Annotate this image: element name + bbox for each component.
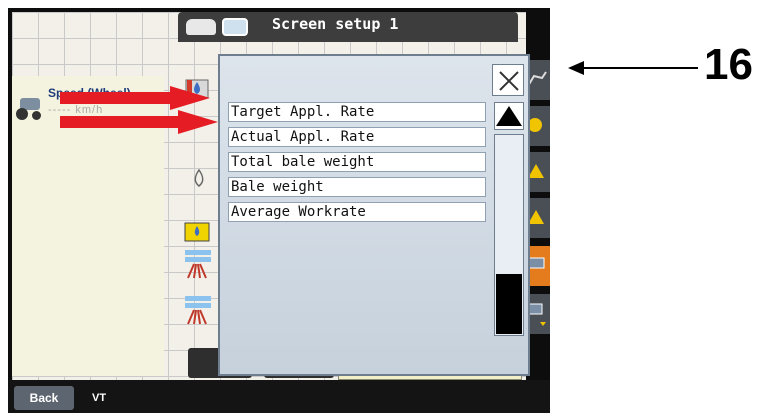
screen-title: Screen setup 1 xyxy=(272,15,399,33)
title-icons xyxy=(186,16,252,38)
list-item[interactable]: Bale weight xyxy=(228,177,486,197)
triangle-up-icon xyxy=(496,106,522,126)
close-x-icon xyxy=(499,71,519,91)
scroll-up-button[interactable] xyxy=(494,102,524,130)
vt-label: VT xyxy=(92,392,107,404)
tank-icon[interactable] xyxy=(184,218,210,244)
back-button[interactable]: Back xyxy=(14,386,74,410)
list-item[interactable]: Total bale weight xyxy=(228,152,486,172)
drop-outline-icon[interactable] xyxy=(186,166,212,192)
spreader-icon[interactable] xyxy=(184,248,211,279)
warning-icon xyxy=(528,164,544,178)
selection-dialog: Target Appl. Rate Actual Appl. Rate Tota… xyxy=(218,54,530,376)
vt-screen: Screen setup 1 Speed (Wheel) ----- km/h xyxy=(12,12,550,380)
terminal-display: Screen setup 1 Speed (Wheel) ----- km/h xyxy=(8,8,550,413)
callout-number: 16 xyxy=(704,40,753,89)
list-item[interactable]: Average Workrate xyxy=(228,202,486,222)
spreader-icon[interactable] xyxy=(184,294,211,325)
title-bar: Screen setup 1 xyxy=(178,12,518,42)
scrollbar-track[interactable] xyxy=(494,134,524,336)
pointer-arrow-annotation xyxy=(568,61,698,75)
scrollbar-thumb[interactable] xyxy=(496,274,522,334)
list-item[interactable]: Target Appl. Rate xyxy=(228,102,486,122)
warning-icon xyxy=(528,210,544,224)
info-icon xyxy=(528,118,542,132)
tractor-icon xyxy=(14,96,44,122)
screen-icon xyxy=(222,18,248,36)
list-item[interactable]: Actual Appl. Rate xyxy=(228,127,486,147)
close-button[interactable] xyxy=(492,64,524,96)
tractor-icon xyxy=(186,19,216,35)
bottom-bar: Back VT xyxy=(8,380,550,413)
red-arrow-annotation xyxy=(60,86,218,134)
